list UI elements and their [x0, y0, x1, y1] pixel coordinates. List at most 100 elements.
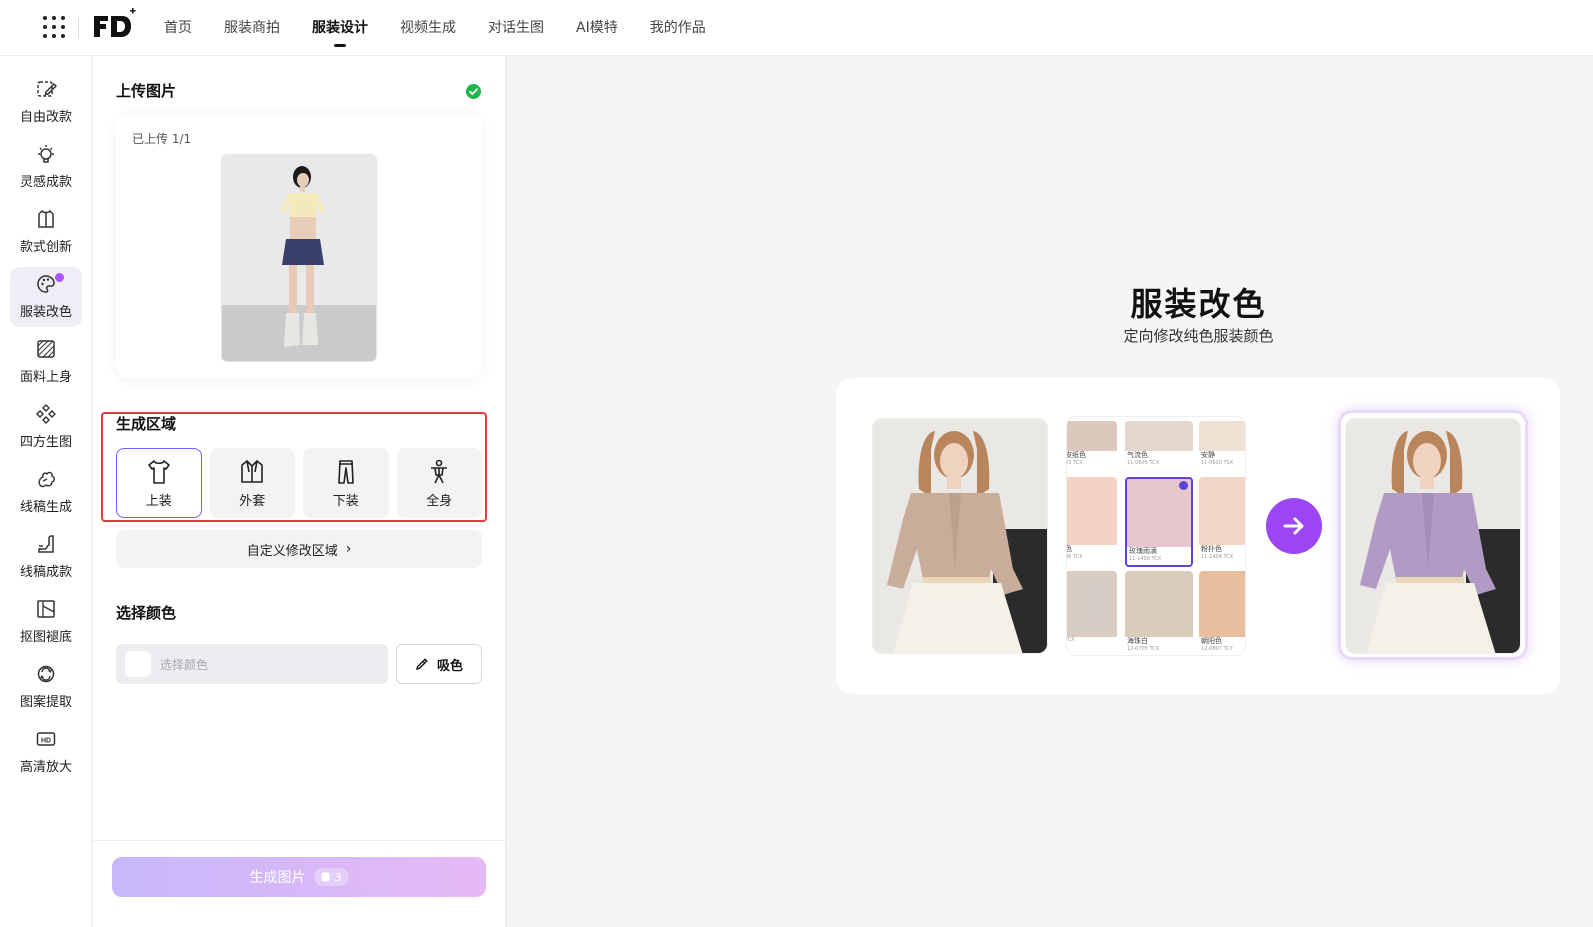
nav-item[interactable]: 首页 — [164, 18, 192, 38]
nav-item[interactable]: 视频生成 — [400, 18, 456, 38]
upload-section-title: 上传图片 — [116, 82, 177, 100]
tool-item[interactable]: 服装改色 — [10, 267, 82, 327]
color-swatch[interactable] — [125, 651, 151, 677]
swatch-code: 06 TCX — [1066, 554, 1083, 560]
palette-swatch: TCX — [1067, 571, 1117, 655]
shirt-icon — [147, 459, 170, 484]
color-section-title: 选择颜色 — [116, 604, 177, 622]
jacket-icon — [241, 459, 264, 483]
nav-item[interactable]: 服装设计 — [312, 18, 368, 38]
swatch-color — [1125, 421, 1193, 451]
garment-icon — [38, 209, 54, 228]
swatch-color — [1067, 571, 1117, 637]
tool-item[interactable]: 款式创新 — [10, 202, 82, 262]
nav-item[interactable]: AI模特 — [576, 18, 618, 38]
pants-icon — [337, 459, 354, 484]
swatch-name: 安静 — [1201, 451, 1215, 459]
region-option[interactable]: 上装 — [116, 448, 202, 518]
color-placeholder: 选择颜色 — [160, 657, 209, 672]
nav-item[interactable]: 服装商拍 — [224, 18, 280, 38]
tool-label: 面料上身 — [19, 370, 72, 385]
person-icon — [431, 459, 448, 483]
region-section-title: 生成区域 — [116, 415, 177, 433]
custom-region-label: 自定义修改区域 — [246, 543, 338, 559]
swatch-name: 气流色 — [1127, 451, 1148, 459]
swatch-color — [1199, 571, 1245, 637]
palette-swatch: 皮纸色 03 TCX — [1066, 421, 1117, 473]
eyedropper-label: 吸色 — [436, 658, 463, 674]
region-label: 全身 — [426, 493, 453, 509]
swatch-color — [1067, 421, 1117, 451]
eyedropper-button[interactable]: 吸色 — [396, 644, 482, 684]
fabric-icon — [37, 340, 55, 358]
top-bar: 首页 服装商拍 服装设计 视频生成 对话生图 AI模特 我的作品 — [0, 0, 1593, 56]
app-grid-icon[interactable] — [40, 13, 68, 41]
palette-icon — [37, 275, 55, 293]
active-dot — [55, 273, 64, 282]
region-option[interactable]: 外套 — [209, 448, 295, 518]
cost-value: 3 — [334, 870, 342, 884]
swatch-color — [1199, 477, 1245, 545]
swatch-code: 03 TCX — [1066, 460, 1083, 466]
tool-item[interactable]: 灵感成款 — [10, 137, 82, 197]
tool-label: 抠图褪底 — [19, 630, 72, 645]
sketch-icon — [38, 471, 55, 488]
upload-count: 已上传 1/1 — [132, 132, 192, 146]
upload-card[interactable]: 已上传 1/1 — [116, 114, 482, 378]
swatch-code: 11-1400 TCX — [1129, 556, 1162, 562]
tool-item[interactable]: HD 高清放大 — [10, 722, 82, 782]
brand-logo[interactable] — [92, 6, 136, 40]
tool-item[interactable]: 面料上身 — [10, 332, 82, 392]
generate-button[interactable]: 生成图片 3 — [112, 857, 486, 897]
tool-item[interactable]: 线稿成款 — [10, 527, 82, 587]
color-palette: 皮纸色03 TCX气流色11-0605 TCX安静11-0610 TSX色06 … — [1066, 416, 1246, 656]
tool-item[interactable]: 四方生图 — [10, 397, 82, 457]
swatch-name: 粉扑色 — [1201, 545, 1222, 553]
swatch-color — [1125, 571, 1193, 637]
palette-swatch: 朝阳色 12-0807 TCY — [1199, 571, 1245, 655]
swatch-code: 11-0610 TSX — [1201, 460, 1234, 466]
custom-region-button[interactable]: 自定义修改区域 › — [116, 530, 482, 568]
nav-item[interactable]: 对话生图 — [488, 18, 544, 38]
tool-label: 自由改款 — [19, 110, 72, 125]
tool-label: 服装改色 — [19, 305, 72, 320]
tools-sidebar: 自由改款灵感成款款式创新服装改色面料上身四方生图 线稿生成线稿成款抠图褪底图案提取… — [0, 56, 92, 927]
tool-item[interactable]: 线稿生成 — [10, 462, 82, 522]
swatch-name: 色 — [1067, 545, 1117, 554]
swatch-name: 朝阳色 — [1201, 637, 1222, 645]
svg-text:HD: HD — [41, 737, 51, 744]
tool-label: 线稿成款 — [19, 565, 72, 580]
palette-swatch: 海珠白 12-0705 TCX — [1125, 571, 1193, 655]
tool-item[interactable]: 自由改款 — [10, 72, 82, 132]
check-circle-icon — [466, 84, 481, 99]
tool-label: 图案提取 — [19, 695, 72, 710]
tool-label: 款式创新 — [19, 240, 72, 255]
arrow-right-icon — [1266, 498, 1322, 554]
region-selector: 上装 外套 下装 全身 — [116, 448, 482, 518]
sketch-to-garment-icon — [38, 535, 54, 553]
palette-swatch: 安静 11-0610 TSX — [1199, 421, 1245, 473]
cutout-icon — [37, 600, 55, 618]
uploaded-image-thumbnail[interactable] — [221, 154, 377, 362]
eyedropper-icon — [416, 657, 428, 670]
chevron-right-icon: › — [345, 541, 352, 557]
palette-swatch: 色06 TCX — [1066, 477, 1117, 567]
edit-dashed-icon — [37, 81, 57, 97]
tool-label: 灵感成款 — [19, 175, 72, 190]
divider — [78, 18, 79, 38]
swatch-code: 12-0705 TCX — [1127, 646, 1160, 652]
cost-badge: 3 — [313, 868, 349, 886]
nav-item[interactable]: 我的作品 — [650, 18, 706, 38]
coin-stack-icon — [321, 872, 329, 882]
region-option[interactable]: 全身 — [396, 448, 482, 518]
tool-item[interactable]: 抠图褪底 — [10, 592, 82, 652]
before-image — [872, 418, 1048, 654]
swatch-name: 皮纸色 — [1066, 451, 1086, 459]
region-option[interactable]: 下装 — [303, 448, 389, 518]
tool-item[interactable]: 图案提取 — [10, 657, 82, 717]
color-input[interactable]: 选择颜色 — [116, 644, 388, 684]
diamond-tiles-icon — [36, 404, 56, 424]
check-icon — [1179, 481, 1188, 490]
palette-swatch: 玫瑰雨滴 11-1400 TCX — [1125, 477, 1193, 567]
swatch-name: 玫瑰雨滴 — [1129, 547, 1157, 555]
